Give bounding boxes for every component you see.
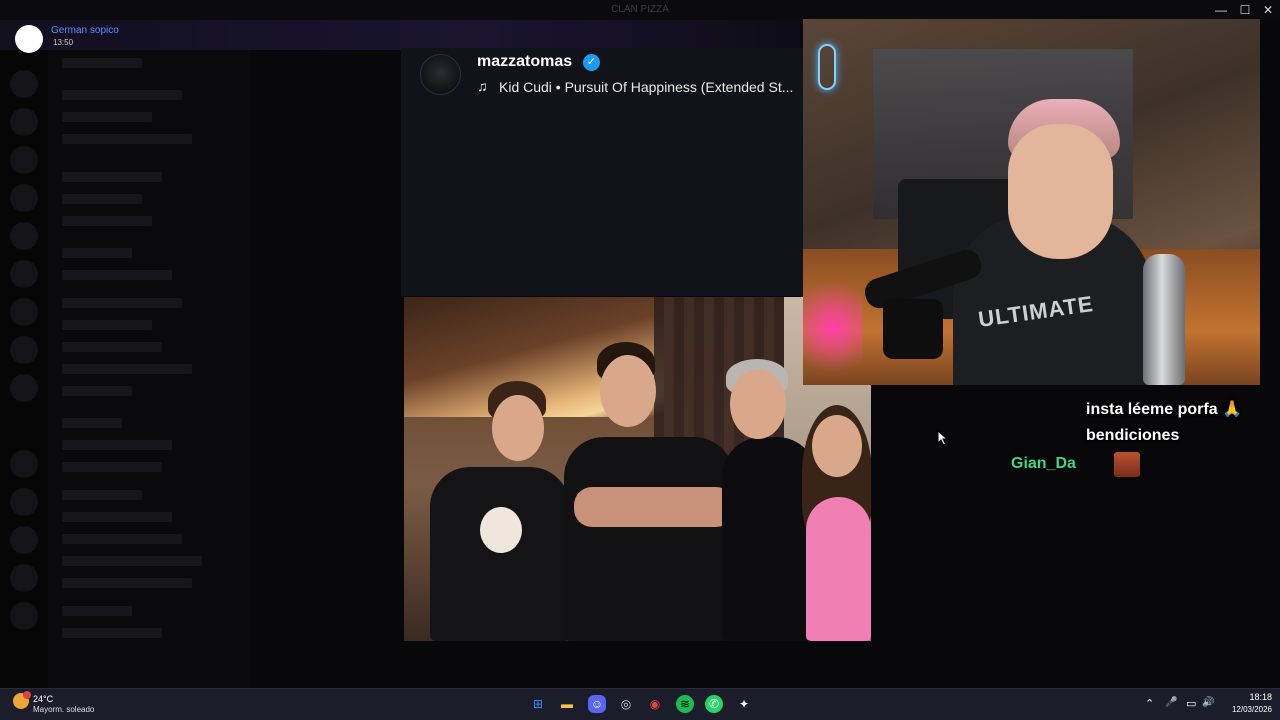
channel-item[interactable] [62, 578, 192, 588]
channel-item[interactable] [62, 112, 152, 122]
channel-item[interactable] [62, 134, 192, 144]
tweet-media-header: mazzatomas ✓ ♫ Kid Cudi • Pursuit Of Hap… [401, 48, 803, 296]
steam-icon[interactable]: ◎ [617, 695, 635, 713]
channel-item[interactable] [62, 418, 122, 428]
windows-taskbar [0, 688, 1280, 720]
chat-message-line: bendiciones [1086, 427, 1180, 444]
window-titlebar: CLAN PIZZA — ☐ ✕ [0, 0, 1280, 20]
maximize-button[interactable]: ☐ [1234, 2, 1256, 18]
photo-plush-toy [480, 507, 522, 553]
neon-sign-icon [818, 44, 836, 90]
microphone-icon[interactable]: 🎤 [1165, 697, 1177, 708]
channel-item[interactable] [62, 90, 182, 100]
photo-face [492, 395, 544, 461]
server-icon[interactable] [10, 184, 38, 212]
photo-face [730, 369, 786, 439]
channel-item[interactable] [62, 440, 172, 450]
chat-username: Gian_Da [1011, 455, 1076, 472]
server-icon[interactable] [10, 260, 38, 288]
channel-item[interactable] [62, 172, 162, 182]
chrome-icon[interactable]: ◉ [646, 695, 664, 713]
window-title: CLAN PIZZA [611, 4, 669, 15]
photo-face [600, 355, 656, 427]
tweet-username[interactable]: mazzatomas [477, 53, 572, 71]
message-notification[interactable]: German sopico 13:50 [0, 20, 800, 53]
server-rail [0, 20, 48, 688]
server-icon[interactable] [10, 602, 38, 630]
server-icon[interactable] [10, 146, 38, 174]
server-icon[interactable] [10, 108, 38, 136]
spotify-icon[interactable]: ≋ [676, 695, 694, 713]
discord-icon[interactable]: ☺ [588, 695, 606, 713]
channel-item[interactable] [62, 342, 162, 352]
weather-alert-badge [23, 691, 31, 699]
taskbar-clock[interactable]: 18:18 [1222, 692, 1272, 702]
group-photo [404, 297, 871, 641]
channel-item[interactable] [62, 606, 132, 616]
tray-overflow-chevron-icon[interactable]: ⌃ [1145, 697, 1154, 710]
server-icon[interactable] [10, 222, 38, 250]
server-icon[interactable] [10, 336, 38, 364]
server-icon[interactable] [10, 526, 38, 554]
channel-item[interactable] [62, 462, 162, 472]
server-icon[interactable] [10, 488, 38, 516]
whatsapp-icon[interactable]: ✆ [705, 695, 723, 713]
channel-item[interactable] [62, 194, 142, 204]
avatar [15, 25, 43, 53]
weather-temperature[interactable]: 24°C [33, 694, 53, 704]
photo-person [806, 497, 871, 641]
chat-message-line: insta léeme porfa 🙏 [1086, 401, 1242, 418]
channel-item[interactable] [62, 628, 162, 638]
thermos-bottle [1143, 254, 1185, 385]
channel-item[interactable] [62, 534, 182, 544]
server-icon[interactable] [10, 564, 38, 592]
channel-item[interactable] [62, 490, 142, 500]
cam-pink-light [803, 269, 863, 385]
channel-item[interactable] [62, 216, 152, 226]
profile-avatar[interactable] [420, 54, 461, 95]
notification-time: 13:50 [53, 38, 74, 47]
music-note-icon: ♫ [477, 78, 488, 94]
channel-item[interactable] [62, 386, 132, 396]
channel-list [48, 20, 250, 688]
channel-item[interactable] [62, 320, 152, 330]
start-menu-icon[interactable]: ⊞ [529, 695, 547, 713]
channel-item[interactable] [62, 248, 132, 258]
app-icon[interactable]: ✦ [735, 695, 753, 713]
channel-item[interactable] [62, 298, 182, 308]
weather-condition[interactable]: Mayorm. soleado [33, 705, 94, 714]
channel-item[interactable] [62, 270, 172, 280]
photo-face [812, 415, 862, 477]
server-icon[interactable] [10, 298, 38, 326]
server-icon[interactable] [10, 450, 38, 478]
verified-badge-icon: ✓ [583, 54, 600, 71]
taskbar-date[interactable]: 12/03/2026 [1212, 705, 1272, 714]
server-icon[interactable] [10, 374, 38, 402]
track-title[interactable]: Kid Cudi • Pursuit Of Happiness (Extende… [499, 79, 793, 95]
notification-sender: German sopico [51, 25, 119, 36]
microphone [883, 299, 943, 359]
channel-item[interactable] [62, 58, 142, 68]
channel-item[interactable] [62, 512, 172, 522]
photo-crossed-arms [574, 487, 734, 527]
chat-user-emote-icon [1114, 452, 1140, 477]
streamer-webcam: ULTIMATE [803, 19, 1260, 385]
photo-person [430, 467, 570, 641]
minimize-button[interactable]: — [1210, 2, 1232, 18]
file-explorer-icon[interactable]: ▬ [558, 695, 576, 713]
photo-person [564, 437, 734, 641]
channel-item[interactable] [62, 364, 192, 374]
channel-item[interactable] [62, 556, 202, 566]
server-icon[interactable] [10, 70, 38, 98]
streamer-face [1008, 124, 1113, 259]
network-icon[interactable]: ▭ [1186, 697, 1196, 710]
close-button[interactable]: ✕ [1257, 2, 1279, 18]
